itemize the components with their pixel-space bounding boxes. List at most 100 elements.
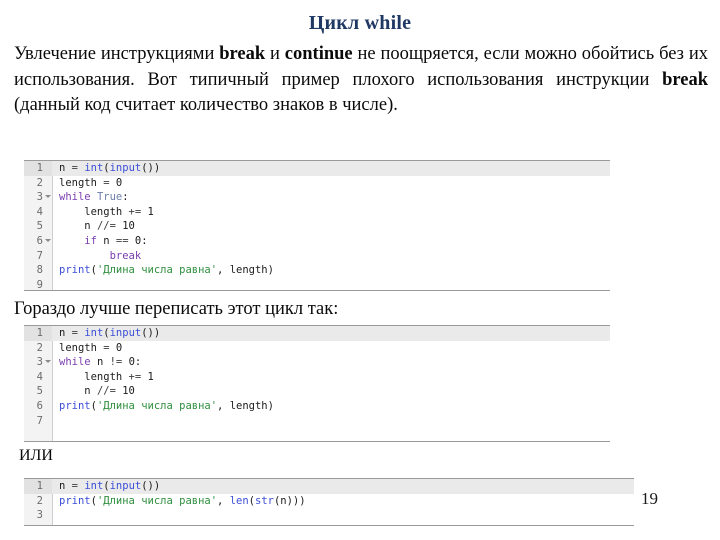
code-token: len	[229, 494, 249, 507]
code-token: int	[84, 480, 104, 492]
line-number: 9	[36, 278, 43, 291]
paragraph-run: и	[265, 44, 285, 64]
code-text: break	[52, 249, 142, 264]
code-token: , length)	[217, 399, 274, 412]
line-number: 8	[36, 264, 43, 277]
code-line: 4 length += 1	[24, 370, 610, 385]
code-token: input	[109, 480, 142, 492]
code-token: :	[122, 191, 129, 204]
code-text: n = int(input())	[52, 326, 160, 341]
code-token: ,	[217, 494, 230, 507]
line-number: 1	[24, 161, 52, 176]
code-token: 1	[147, 370, 154, 383]
code-line: 1n = int(input())	[24, 161, 610, 176]
code-token: ())	[141, 162, 161, 174]
code-line: 7 break	[24, 249, 610, 264]
code-token: (n)))	[273, 494, 306, 507]
code-token: n	[59, 162, 72, 174]
code-token: 0	[115, 341, 123, 354]
line-number: 2	[36, 341, 43, 354]
code-token: length	[59, 205, 129, 218]
code-line: 1n = int(input())	[24, 326, 610, 341]
code-token: int	[84, 327, 104, 339]
code-token: n	[96, 356, 110, 369]
code-block-break-example: 1n = int(input()) 2 length = 0 3 while True:…	[24, 160, 610, 291]
code-token: +=	[128, 205, 148, 218]
line-number: 4	[36, 370, 43, 383]
code-token: print	[59, 399, 91, 412]
code-token: str	[255, 494, 274, 507]
code-line: 6 print('Длина числа равна', length)	[24, 399, 610, 414]
line-number: 7	[36, 249, 43, 262]
code-token: ())	[141, 480, 161, 492]
code-token: //=	[96, 220, 123, 233]
code-token: 'Длина числа равна'	[96, 494, 218, 507]
code-token: ())	[141, 327, 161, 339]
code-token: length	[59, 341, 104, 354]
fold-toggle-icon[interactable]	[44, 360, 51, 364]
code-token: n	[59, 220, 97, 233]
code-text: length += 1	[52, 370, 154, 385]
code-text: length = 0	[52, 176, 122, 191]
code-token: =	[103, 176, 116, 189]
code-token: while	[59, 191, 97, 204]
line-number: 2	[36, 176, 43, 189]
code-token: +=	[128, 370, 148, 383]
code-line: 5 n //= 10	[24, 219, 610, 234]
code-line: 3	[24, 508, 634, 523]
line-number: 5	[36, 220, 43, 233]
code-line: 3 while n != 0:	[24, 355, 610, 370]
code-token: 1	[147, 205, 154, 218]
code-line: 5 n //= 10	[24, 384, 610, 399]
code-token: !=	[109, 356, 129, 369]
keyword-emphasis: continue	[284, 44, 353, 64]
code-text: print('Длина числа равна', len(str(n)))	[52, 494, 306, 509]
code-token: True	[96, 191, 123, 204]
fold-toggle-icon[interactable]	[44, 195, 51, 199]
code-token: length	[59, 370, 129, 383]
code-token: print	[59, 494, 91, 507]
code-line: 2 print('Длина числа равна', len(str(n)))	[24, 494, 634, 509]
code-text: n //= 10	[52, 219, 135, 234]
subheading-rewrite: Гораздо лучше переписать этот цикл так:	[14, 299, 339, 319]
line-number: 7	[36, 414, 43, 427]
keyword-emphasis: break	[219, 44, 266, 64]
line-number: 2	[36, 494, 43, 507]
code-text: length += 1	[52, 205, 154, 220]
code-text: print('Длина числа равна', length)	[52, 263, 274, 278]
code-line: 9	[24, 278, 610, 291]
code-token: 'Длина числа равна'	[96, 399, 218, 412]
paragraph-run: Увлечение инструкциями	[14, 44, 220, 64]
code-text: n = int(input())	[52, 479, 160, 494]
code-line: 8 print('Длина числа равна', length)	[24, 263, 610, 278]
code-token: int	[84, 162, 104, 174]
code-token: =	[71, 480, 85, 492]
code-token: length	[59, 176, 104, 189]
code-text: while n != 0:	[52, 355, 141, 370]
slide-number: 19	[641, 489, 658, 508]
code-token: n	[103, 234, 116, 247]
code-token: print	[59, 264, 91, 277]
line-number: 1	[24, 326, 52, 341]
code-text: length = 0	[52, 341, 122, 356]
code-text: n //= 10	[52, 384, 135, 399]
line-number: 5	[36, 385, 43, 398]
code-token: while	[59, 356, 97, 369]
line-number: 3	[36, 509, 43, 522]
fold-toggle-icon[interactable]	[44, 238, 51, 242]
code-text: n = int(input())	[52, 161, 160, 176]
code-token: 10	[122, 220, 135, 233]
keyword-emphasis: break	[662, 69, 708, 90]
code-block-len-str: 1n = int(input()) 2 print('Длина числа рав…	[24, 478, 634, 526]
code-token: n	[59, 480, 72, 492]
code-token: :	[134, 356, 142, 369]
code-token: input	[109, 162, 142, 174]
code-token: //=	[96, 385, 123, 398]
code-line: 4 length += 1	[24, 205, 610, 220]
code-text: print('Длина числа равна', length)	[52, 399, 274, 414]
code-line: 1n = int(input())	[24, 479, 634, 494]
code-token: n	[59, 327, 72, 339]
code-token: break	[109, 249, 142, 262]
presentation-slide: Цикл while Увлечение инструкциями break …	[0, 0, 720, 540]
